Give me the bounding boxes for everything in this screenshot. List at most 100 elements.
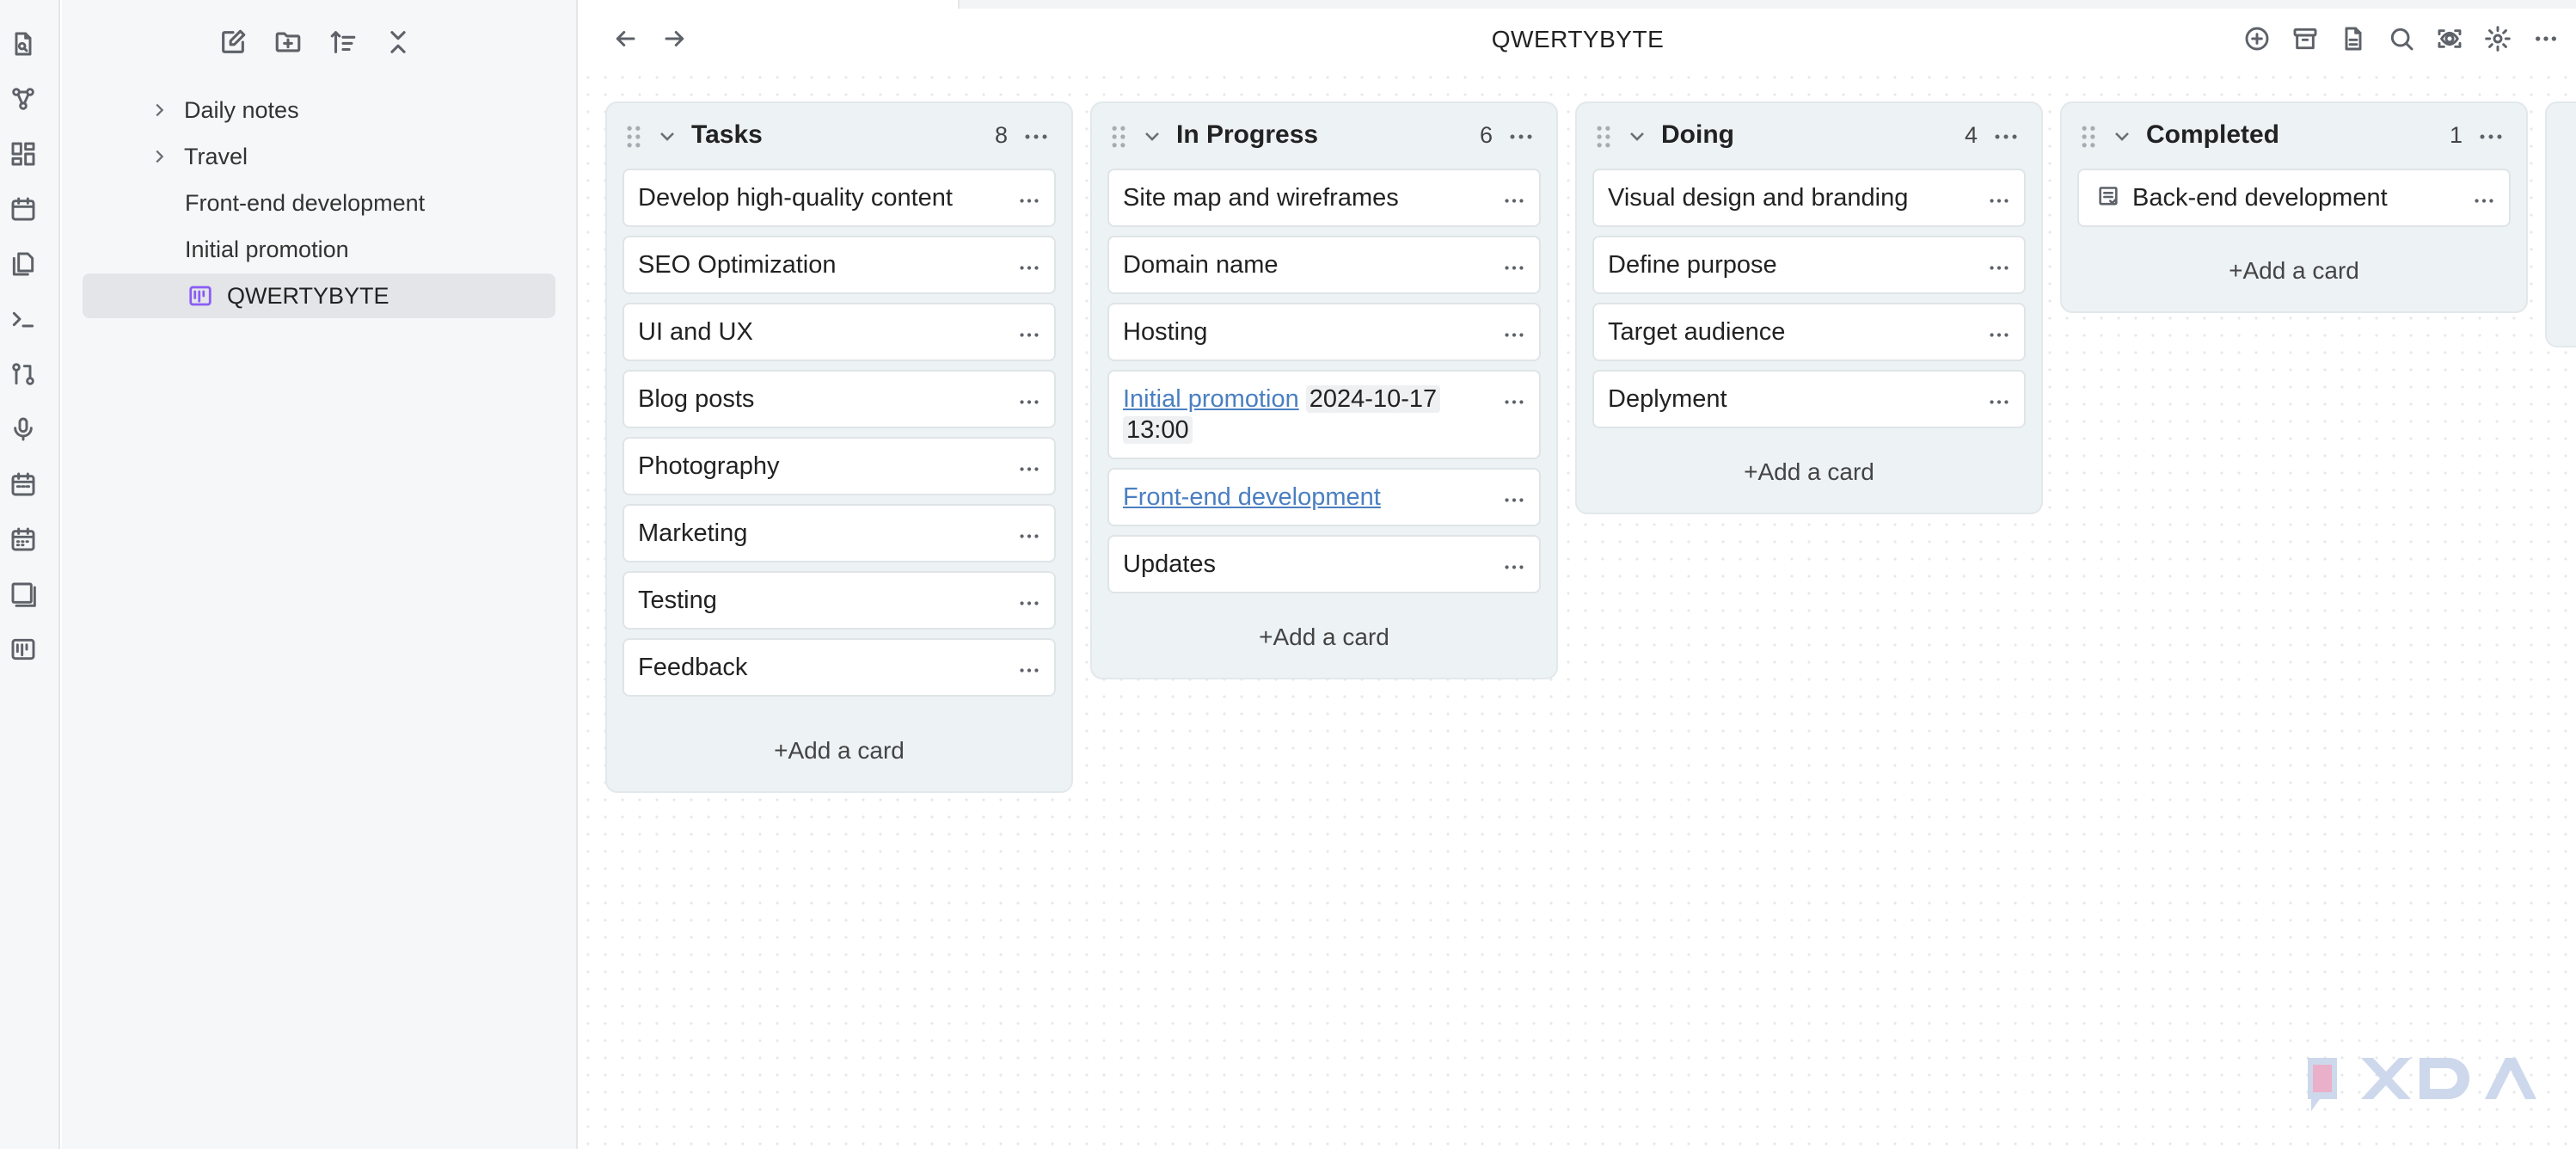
card[interactable]: Deplyment bbox=[1592, 370, 2026, 428]
file-initial-promotion[interactable]: Initial promotion bbox=[83, 227, 555, 272]
lane-menu-icon[interactable] bbox=[1508, 124, 1534, 150]
file-front-end-development[interactable]: Front-end development bbox=[83, 181, 555, 225]
card-menu-icon[interactable] bbox=[2471, 187, 2497, 213]
lane-title[interactable]: Doing bbox=[1661, 120, 1734, 150]
folder-daily-notes[interactable]: Daily notes bbox=[83, 88, 555, 132]
add-card-button[interactable]: +Add a card bbox=[1092, 611, 1556, 664]
card-menu-icon[interactable] bbox=[1501, 255, 1527, 280]
add-icon[interactable] bbox=[2242, 24, 2272, 53]
search-icon[interactable] bbox=[2387, 24, 2416, 53]
open-note-icon[interactable] bbox=[9, 29, 38, 58]
card-menu-icon[interactable] bbox=[1501, 554, 1527, 580]
lane-doing: Doing 4 Visual design and branding Defin… bbox=[1575, 101, 2043, 514]
file-qwertybyte[interactable]: QWERTYBYTE bbox=[83, 273, 555, 318]
chevron-right-icon bbox=[143, 101, 175, 120]
diff-icon[interactable] bbox=[9, 359, 38, 389]
drag-handle-icon[interactable] bbox=[2079, 126, 2098, 148]
sort-icon[interactable] bbox=[328, 28, 358, 57]
card-menu-icon[interactable] bbox=[1016, 187, 1042, 213]
lane-menu-icon[interactable] bbox=[1023, 124, 1049, 150]
calendar-icon[interactable] bbox=[9, 470, 38, 499]
lane-menu-icon[interactable] bbox=[2478, 124, 2504, 150]
lane-in-progress: In Progress 6 Site map and wireframes Do… bbox=[1090, 101, 1558, 679]
graph-view-icon[interactable] bbox=[9, 84, 38, 114]
file-label: Initial promotion bbox=[185, 236, 349, 262]
new-note-icon[interactable] bbox=[218, 28, 248, 57]
card[interactable]: UI and UX bbox=[623, 303, 1056, 361]
canvas-icon[interactable] bbox=[9, 139, 38, 169]
drag-handle-icon[interactable] bbox=[624, 126, 643, 148]
card[interactable]: Initial promotion 2024-10-17 13:00 bbox=[1107, 370, 1541, 459]
card[interactable]: Marketing bbox=[623, 504, 1056, 562]
card[interactable]: Site map and wireframes bbox=[1107, 169, 1541, 227]
card-menu-icon[interactable] bbox=[1016, 322, 1042, 347]
card[interactable]: Front-end development bbox=[1107, 468, 1541, 526]
card[interactable]: Develop high-quality content bbox=[623, 169, 1056, 227]
card-menu-icon[interactable] bbox=[1986, 389, 2012, 415]
lane-header: In Progress 6 bbox=[1092, 103, 1556, 169]
card-menu-icon[interactable] bbox=[1016, 523, 1042, 549]
lane-title[interactable]: Completed bbox=[2146, 120, 2279, 150]
card-menu-icon[interactable] bbox=[1501, 389, 1527, 415]
drag-handle-icon[interactable] bbox=[1594, 126, 1613, 148]
folder-travel[interactable]: Travel bbox=[83, 134, 555, 179]
card[interactable]: Target audience bbox=[1592, 303, 2026, 361]
card[interactable]: SEO Optimization bbox=[623, 236, 1056, 294]
card-menu-icon[interactable] bbox=[1501, 187, 1527, 213]
calendar-grid-icon[interactable] bbox=[9, 525, 38, 554]
card-menu-icon[interactable] bbox=[1016, 456, 1042, 482]
file-label: QWERTYBYTE bbox=[227, 282, 389, 309]
archive-icon[interactable] bbox=[2291, 24, 2320, 53]
microphone-icon[interactable] bbox=[9, 415, 38, 444]
chevron-down-icon[interactable] bbox=[1627, 126, 1649, 148]
chevron-down-icon[interactable] bbox=[1142, 126, 1164, 148]
settings-icon[interactable] bbox=[2483, 24, 2512, 53]
card-link[interactable]: Front-end development bbox=[1123, 483, 1381, 511]
lane-count: 4 bbox=[1964, 122, 1978, 148]
card-menu-icon[interactable] bbox=[1016, 255, 1042, 280]
add-card-button[interactable]: +Add a card bbox=[1577, 445, 2041, 499]
card-time[interactable]: 13:00 bbox=[1123, 416, 1193, 444]
files-icon[interactable] bbox=[9, 249, 38, 279]
drag-handle-icon[interactable] bbox=[1109, 126, 1128, 148]
lane-menu-icon[interactable] bbox=[1993, 124, 2019, 150]
card-menu-icon[interactable] bbox=[1986, 187, 2012, 213]
lane-title[interactable]: In Progress bbox=[1176, 120, 1318, 150]
card[interactable]: Testing bbox=[623, 571, 1056, 630]
card-text: Deplyment bbox=[1608, 385, 1727, 413]
card-link[interactable]: Initial promotion bbox=[1123, 385, 1299, 413]
chevron-down-icon[interactable] bbox=[657, 126, 679, 148]
card[interactable]: Domain name bbox=[1107, 236, 1541, 294]
new-folder-icon[interactable] bbox=[273, 28, 303, 57]
kanban-icon[interactable] bbox=[9, 635, 38, 664]
card[interactable]: Blog posts bbox=[623, 370, 1056, 428]
add-card-button[interactable]: +Add a card bbox=[607, 724, 1071, 777]
active-tab[interactable] bbox=[580, 0, 960, 9]
view-icon[interactable] bbox=[2435, 24, 2464, 53]
card[interactable]: Hosting bbox=[1107, 303, 1541, 361]
chevron-down-icon[interactable] bbox=[2112, 126, 2134, 148]
document-icon[interactable] bbox=[2339, 24, 2368, 53]
lane-title[interactable]: Tasks bbox=[691, 120, 763, 150]
daily-note-icon[interactable] bbox=[9, 194, 38, 224]
card-menu-icon[interactable] bbox=[1501, 487, 1527, 513]
card-menu-icon[interactable] bbox=[1986, 322, 2012, 347]
card[interactable]: Back-end development bbox=[2077, 169, 2511, 227]
command-palette-icon[interactable] bbox=[9, 304, 38, 334]
card[interactable]: Visual design and branding bbox=[1592, 169, 2026, 227]
card-menu-icon[interactable] bbox=[1501, 322, 1527, 347]
card-text: UI and UX bbox=[638, 318, 753, 346]
card[interactable]: Define purpose bbox=[1592, 236, 2026, 294]
card-menu-icon[interactable] bbox=[1986, 255, 2012, 280]
gallery-icon[interactable] bbox=[9, 580, 38, 609]
card-menu-icon[interactable] bbox=[1016, 657, 1042, 683]
card[interactable]: Photography bbox=[623, 437, 1056, 495]
card[interactable]: Updates bbox=[1107, 535, 1541, 593]
card-date[interactable]: 2024-10-17 bbox=[1305, 385, 1441, 413]
more-options-icon[interactable] bbox=[2531, 24, 2561, 53]
card-menu-icon[interactable] bbox=[1016, 389, 1042, 415]
collapse-all-icon[interactable] bbox=[383, 28, 413, 57]
add-card-button[interactable]: +Add a card bbox=[2062, 244, 2526, 298]
card-menu-icon[interactable] bbox=[1016, 590, 1042, 616]
card[interactable]: Feedback bbox=[623, 638, 1056, 697]
